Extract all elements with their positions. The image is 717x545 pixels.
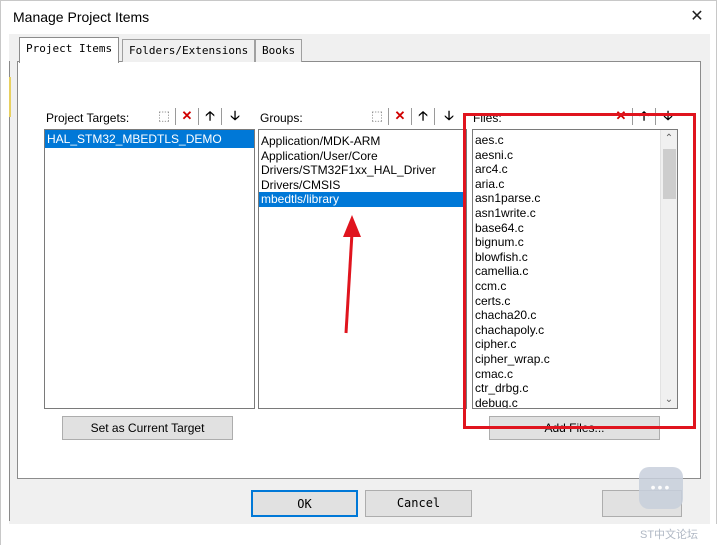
toolbar-separator	[411, 108, 412, 125]
list-item-file[interactable]: asn1parse.c	[473, 191, 661, 206]
arrow-shaft	[344, 232, 354, 334]
list-item-file[interactable]: camellia.c	[473, 264, 661, 279]
delete-icon[interactable]: ✕	[613, 108, 629, 124]
ok-button[interactable]: OK	[251, 490, 358, 517]
annotation-arrow	[343, 215, 361, 334]
tab-folders-extensions[interactable]: Folders/Extensions	[122, 39, 256, 62]
list-item-group[interactable]: Drivers/STM32F1xx_HAL_Driver	[259, 163, 466, 178]
files-label: Files:	[473, 111, 502, 125]
close-icon[interactable]: ✕	[685, 5, 709, 29]
files-items: aes.c aesni.c arc4.c aria.c asn1parse.c …	[473, 130, 661, 408]
list-item-file[interactable]: aesni.c	[473, 148, 661, 163]
manage-project-items-dialog: Manage Project Items ✕ Project Items Fol…	[0, 0, 717, 545]
new-item-icon[interactable]: ⬚	[369, 108, 385, 124]
list-item-file[interactable]: aes.c	[473, 133, 661, 148]
toolbar-separator	[175, 108, 176, 125]
background-code-strip	[1, 524, 717, 545]
toolbar-separator	[198, 108, 199, 125]
move-up-icon[interactable]: 🡡	[202, 108, 218, 124]
move-down-icon[interactable]: 🡣	[441, 108, 457, 124]
background-editor-strip	[9, 77, 11, 117]
move-up-icon[interactable]: 🡡	[415, 108, 431, 124]
new-item-icon[interactable]: ⬚	[156, 108, 172, 124]
tab-books[interactable]: Books	[255, 39, 303, 62]
list-item-file[interactable]: cipher.c	[473, 337, 661, 352]
list-item-group[interactable]: Drivers/CMSIS	[259, 178, 466, 193]
list-item-file[interactable]: chacha20.c	[473, 308, 661, 323]
set-as-current-target-button[interactable]: Set as Current Target	[62, 416, 233, 440]
scroll-down-icon[interactable]: ⌄	[661, 391, 677, 408]
move-down-icon[interactable]: 🡣	[660, 108, 676, 124]
targets-list[interactable]: HAL_STM32_MBEDTLS_DEMO	[44, 129, 255, 409]
delete-icon[interactable]: ✕	[179, 108, 195, 124]
list-item-file[interactable]: ccm.c	[473, 279, 661, 294]
title-bar: Manage Project Items ✕	[1, 1, 716, 33]
list-item-target[interactable]: HAL_STM32_MBEDTLS_DEMO	[45, 130, 254, 148]
list-item-group[interactable]: Application/MDK-ARM	[259, 134, 466, 149]
toolbar-separator	[632, 108, 633, 125]
groups-label: Groups:	[260, 111, 303, 125]
delete-icon[interactable]: ✕	[392, 108, 408, 124]
cancel-button[interactable]: Cancel	[365, 490, 472, 517]
list-item-file[interactable]: base64.c	[473, 221, 661, 236]
move-down-icon[interactable]: 🡣	[227, 108, 243, 124]
list-item-file[interactable]: cmac.c	[473, 367, 661, 382]
files-header: Files: ✕ 🡡 🡣	[471, 105, 679, 129]
add-files-button[interactable]: Add Files...	[489, 416, 660, 440]
toolbar-separator	[434, 108, 435, 125]
list-item-group-selected[interactable]: mbedtls/library	[259, 192, 466, 207]
groups-items: Application/MDK-ARM Application/User/Cor…	[259, 130, 466, 207]
groups-header: Groups: ⬚ ✕ 🡡 🡣	[258, 105, 466, 129]
tab-project-items[interactable]: Project Items	[19, 37, 120, 63]
toolbar-separator	[655, 108, 656, 125]
list-item-file[interactable]: aria.c	[473, 177, 661, 192]
list-item-group[interactable]: Application/User/Core	[259, 149, 466, 164]
forum-watermark-icon: •••	[639, 467, 683, 509]
background-window-edge	[9, 61, 13, 521]
list-item-file[interactable]: arc4.c	[473, 162, 661, 177]
list-item-file[interactable]: cipher_wrap.c	[473, 352, 661, 367]
list-item-file[interactable]: blowfish.c	[473, 250, 661, 265]
list-item-file[interactable]: chachapoly.c	[473, 323, 661, 338]
watermark-dots: •••	[650, 479, 672, 495]
list-item-file[interactable]: bignum.c	[473, 235, 661, 250]
list-item-file[interactable]: certs.c	[473, 294, 661, 309]
watermark-text: ST中文论坛	[640, 529, 699, 541]
move-up-icon[interactable]: 🡡	[636, 108, 652, 124]
window-title: Manage Project Items	[13, 9, 150, 25]
scroll-thumb[interactable]	[663, 149, 676, 199]
files-list[interactable]: aes.c aesni.c arc4.c aria.c asn1parse.c …	[472, 129, 678, 409]
toolbar-separator	[388, 108, 389, 125]
targets-header: Project Targets: ⬚ ✕ 🡡 🡣	[44, 105, 254, 129]
list-item-file[interactable]: debug.c	[473, 396, 661, 408]
targets-label: Project Targets:	[46, 111, 130, 125]
toolbar-separator	[221, 108, 222, 125]
list-item-file[interactable]: asn1write.c	[473, 206, 661, 221]
list-item-file[interactable]: ctr_drbg.c	[473, 381, 661, 396]
files-scrollbar[interactable]: ⌃ ⌄	[660, 130, 677, 408]
scroll-up-icon[interactable]: ⌃	[661, 130, 677, 147]
